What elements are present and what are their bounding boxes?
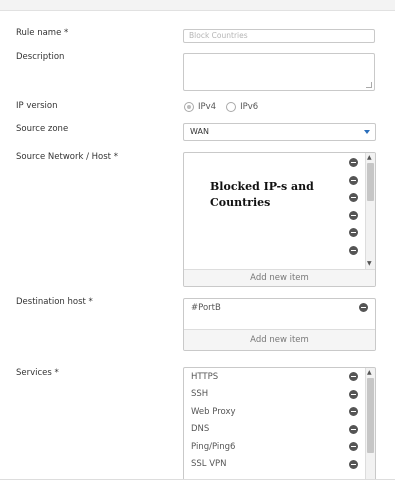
- minus-circle-icon[interactable]: [349, 228, 358, 238]
- list-item-label: SSH: [191, 389, 209, 400]
- services-label: Services *: [16, 368, 59, 378]
- annotation-line-2: Countries: [210, 196, 271, 209]
- list-item: [184, 224, 365, 242]
- minus-circle-icon[interactable]: [349, 372, 358, 382]
- list-item: Web Proxy: [184, 403, 365, 421]
- list-item: [184, 154, 365, 172]
- minus-circle-icon[interactable]: [349, 245, 358, 255]
- source-zone-value: WAN: [190, 127, 209, 136]
- scrollbar-thumb[interactable]: [367, 163, 374, 201]
- destination-host-label: Destination host *: [16, 297, 93, 307]
- annotation-line-1: Blocked IP-s and: [210, 180, 314, 193]
- ip-version-radio-group: IPv4 IPv6: [184, 102, 268, 112]
- minus-circle-icon[interactable]: [349, 175, 358, 185]
- list-item: [184, 242, 365, 260]
- minus-circle-icon[interactable]: [359, 303, 368, 313]
- list-item: SSH: [184, 386, 365, 404]
- list-item-label: HTTPS: [191, 371, 219, 382]
- list-item: #PortB: [184, 299, 375, 317]
- minus-circle-icon[interactable]: [349, 193, 358, 203]
- scroll-up-arrow-icon[interactable]: ▲: [367, 370, 372, 376]
- source-zone-select[interactable]: WAN: [183, 123, 376, 141]
- rule-name-label: Rule name *: [16, 28, 69, 38]
- rule-name-input[interactable]: Block Countries: [183, 29, 375, 43]
- list-item-label: #PortB: [191, 302, 221, 313]
- minus-circle-icon[interactable]: [349, 158, 358, 168]
- blocked-ips-annotation: Blocked IP-s and Countries: [210, 179, 314, 211]
- list-item-label: DNS: [191, 424, 210, 435]
- description-textarea[interactable]: [183, 53, 375, 91]
- list-item: Ping/Ping6: [184, 438, 365, 456]
- resize-handle-icon[interactable]: [366, 82, 372, 88]
- source-network-list: ▲ ▼ Add new item: [183, 152, 376, 287]
- source-network-label: Source Network / Host *: [16, 152, 118, 162]
- scrollbar-thumb[interactable]: [367, 378, 374, 453]
- minus-circle-icon[interactable]: [349, 442, 358, 452]
- minus-circle-icon[interactable]: [349, 210, 358, 220]
- list-item: SSL VPN: [184, 456, 365, 474]
- add-new-item-button[interactable]: Add new item: [184, 269, 375, 286]
- rule-name-placeholder: Block Countries: [189, 31, 248, 40]
- ip-version-label: IP version: [16, 101, 58, 111]
- services-scrollbar[interactable]: ▲: [365, 368, 375, 480]
- list-item: HTTPS: [184, 368, 365, 386]
- destination-host-items: #PortB: [184, 299, 375, 317]
- top-toolbar-strip: [0, 0, 395, 11]
- source-zone-label: Source zone: [16, 124, 69, 134]
- list-item: DNS: [184, 421, 365, 439]
- ipv4-radio-label[interactable]: IPv4: [198, 102, 216, 112]
- source-network-scrollbar[interactable]: ▲ ▼: [365, 153, 375, 269]
- chevron-down-icon[interactable]: [364, 130, 370, 134]
- services-items: HTTPS SSH Web Proxy DNS Ping/Ping6 SSL V…: [184, 368, 365, 473]
- ipv6-radio-label[interactable]: IPv6: [240, 102, 258, 112]
- minus-circle-icon[interactable]: [349, 389, 358, 399]
- list-item-label: Ping/Ping6: [191, 441, 236, 452]
- services-list: HTTPS SSH Web Proxy DNS Ping/Ping6 SSL V…: [183, 367, 376, 480]
- ipv4-radio[interactable]: [184, 102, 194, 112]
- destination-host-list: #PortB Add new item: [183, 298, 376, 351]
- ipv6-radio[interactable]: [226, 102, 237, 112]
- minus-circle-icon[interactable]: [349, 459, 358, 469]
- minus-circle-icon[interactable]: [349, 407, 358, 417]
- minus-circle-icon[interactable]: [349, 424, 358, 434]
- scroll-up-arrow-icon[interactable]: ▲: [367, 155, 372, 161]
- scroll-down-arrow-icon[interactable]: ▼: [367, 261, 372, 267]
- description-label: Description: [16, 52, 65, 62]
- list-item-label: SSL VPN: [191, 459, 227, 470]
- list-item-label: Web Proxy: [191, 406, 236, 417]
- add-new-item-button[interactable]: Add new item: [184, 329, 375, 350]
